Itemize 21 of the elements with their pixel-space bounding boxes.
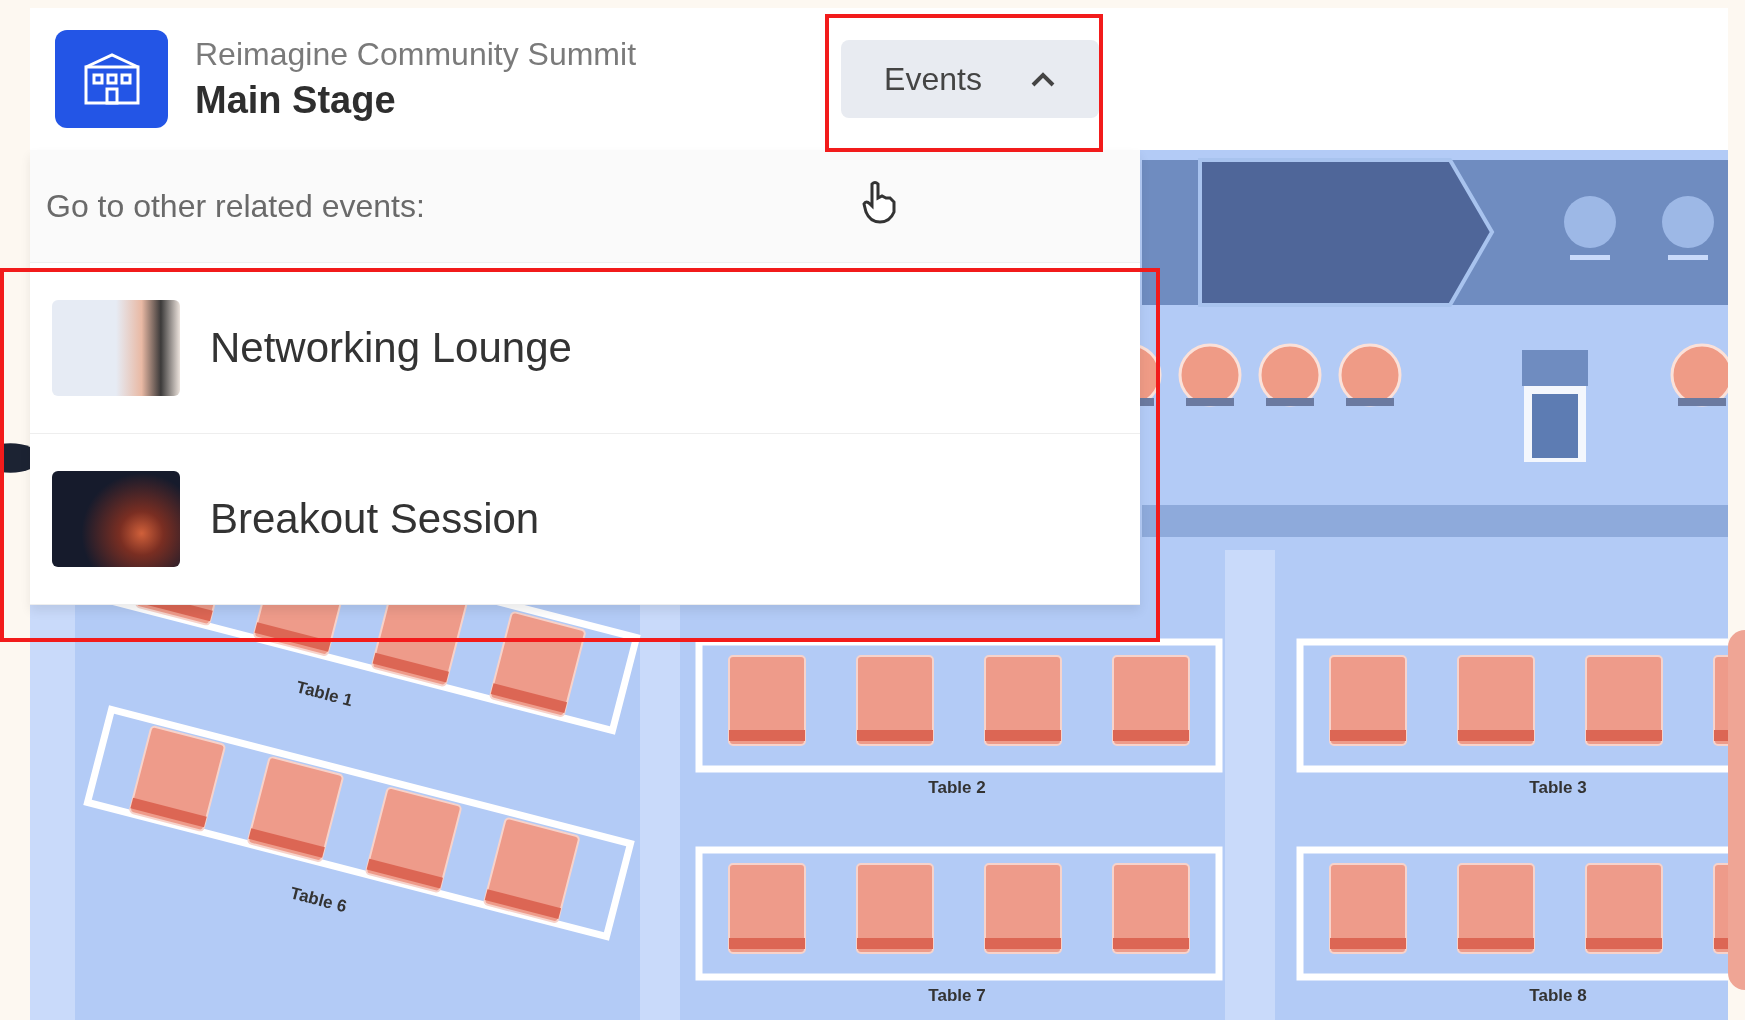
caret-icon bbox=[1029, 71, 1056, 87]
related-events-prompt: Go to other related events: bbox=[46, 187, 425, 225]
related-event-item[interactable]: Breakout Session bbox=[30, 434, 1140, 605]
event-series-name: Reimagine Community Summit bbox=[195, 36, 637, 73]
chair bbox=[1670, 343, 1728, 407]
related-event-item[interactable]: Networking Lounge bbox=[30, 263, 1140, 434]
event-title: Main Stage bbox=[195, 79, 397, 122]
related-event-name: Networking Lounge bbox=[210, 324, 572, 372]
chair bbox=[1258, 343, 1322, 407]
building-logo-icon bbox=[55, 30, 168, 128]
chair bbox=[1178, 343, 1242, 407]
pointer-hand-icon bbox=[860, 180, 898, 224]
related-event-name: Breakout Session bbox=[210, 495, 540, 543]
table-label: Table 8 bbox=[1529, 986, 1587, 1005]
table-label: Table 2 bbox=[928, 778, 986, 797]
table-label: Table 1 bbox=[294, 677, 355, 711]
events-dropdown-button[interactable]: Events bbox=[841, 40, 1099, 118]
table-label: Table 3 bbox=[1529, 778, 1587, 797]
chair bbox=[1338, 343, 1402, 407]
table-label: Table 7 bbox=[928, 986, 986, 1005]
table-label: Table 6 bbox=[288, 883, 349, 917]
